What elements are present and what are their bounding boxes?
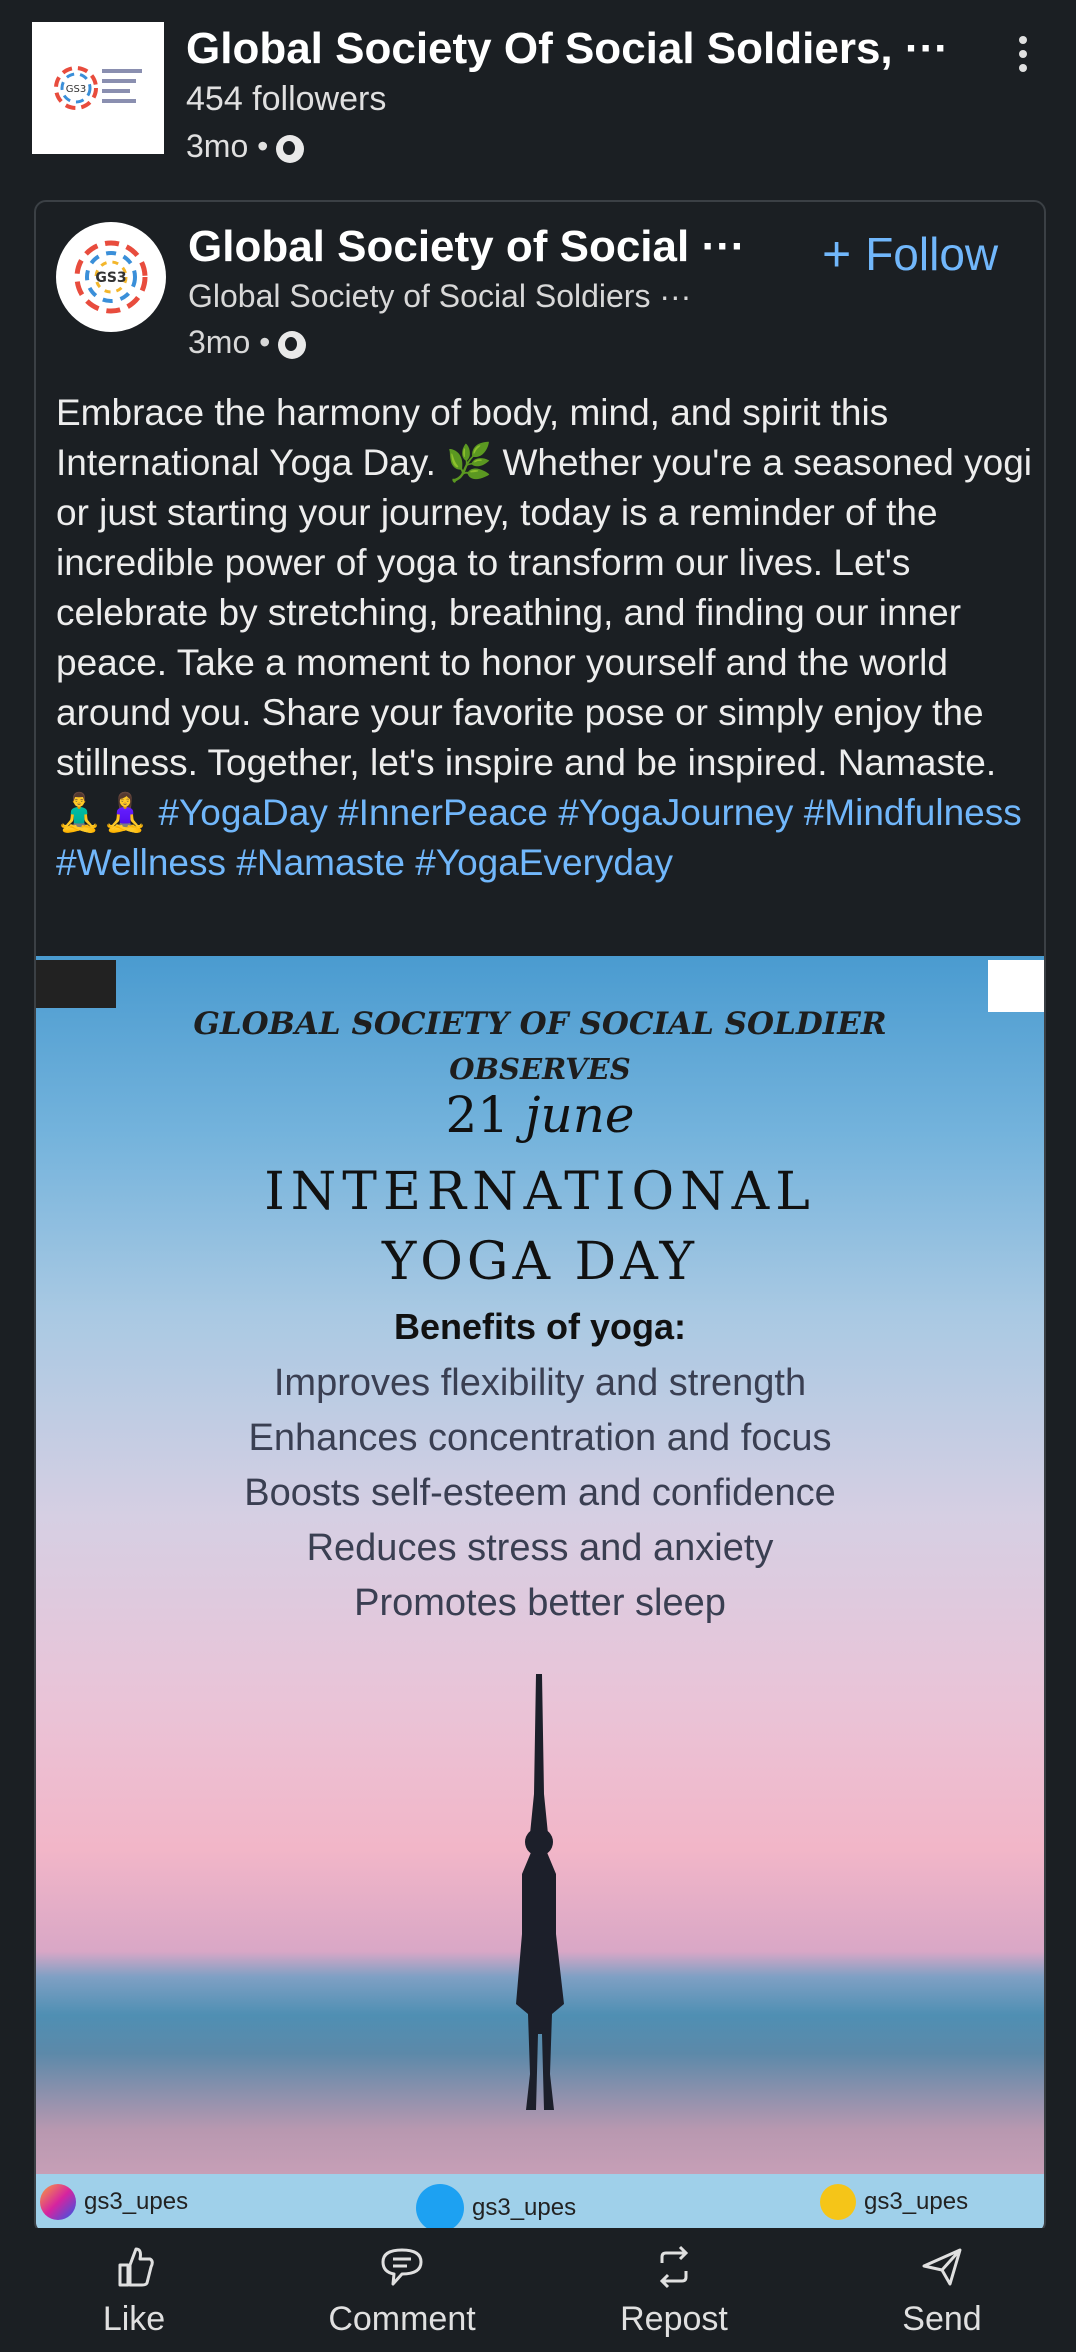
company-logo[interactable]: GS3 <box>32 22 164 154</box>
hashtag[interactable]: #Mindfulness <box>804 792 1022 833</box>
image-date: 21 june <box>36 1086 1044 1144</box>
card-post-time: 3mo • <box>188 324 307 361</box>
facebook-handle: gs3_upes <box>820 2184 968 2220</box>
hashtag[interactable]: #YogaJourney <box>558 792 793 833</box>
plus-icon: + <box>822 226 852 282</box>
yoga-silhouette <box>516 1674 564 2110</box>
hashtag[interactable]: #YogaDay <box>158 792 327 833</box>
like-label: Like <box>102 2300 166 2338</box>
date-number: 21 <box>445 1086 510 1144</box>
comment-label: Comment <box>328 2300 476 2338</box>
hashtag[interactable]: #YogaEveryday <box>415 842 673 883</box>
image-observes-line: OBSERVES <box>449 1052 631 1086</box>
hashtag[interactable]: #InnerPeace <box>338 792 548 833</box>
svg-text:GS3: GS3 <box>95 270 126 286</box>
comment-button[interactable]: Comment <box>302 2242 502 2339</box>
image-yoga-day: YOGA DAY <box>381 1232 699 1292</box>
followers-count: 454 followers <box>186 80 387 118</box>
follow-label: Follow <box>865 228 999 280</box>
image-logo-left <box>36 960 116 1008</box>
post-header: GS3 Global Society Of Social Soldiers, ·… <box>0 0 1076 190</box>
shared-post-card[interactable]: GS3 Global Society of Social ··· Global … <box>34 200 1046 2234</box>
author-name[interactable]: Global Society of Social ··· <box>188 222 745 272</box>
twitter-icon <box>416 2184 464 2232</box>
avatar[interactable]: GS3 <box>56 222 166 332</box>
post-text: Embrace the harmony of body, mind, and s… <box>56 392 1033 833</box>
benefit-item: Enhances concentration and focus <box>248 1417 832 1459</box>
svg-text:GS3: GS3 <box>66 84 86 95</box>
globe-icon <box>276 134 305 163</box>
image-international: INTERNATIONAL <box>264 1162 816 1222</box>
send-label: Send <box>902 2300 982 2338</box>
image-logo-right <box>988 960 1044 1012</box>
post-time: 3mo • <box>186 128 305 165</box>
follow-button[interactable]: + Follow <box>822 222 998 286</box>
image-org-line: GLOBAL SOCIETY OF SOCIAL SOLDIER <box>193 1006 887 1042</box>
author-subtitle: Global Society of Social Soldiers ··· <box>188 278 692 314</box>
benefit-item: Boosts self-esteem and confidence <box>244 1472 836 1514</box>
more-options-icon[interactable] <box>1016 36 1030 76</box>
repost-icon <box>659 2245 689 2289</box>
action-bar: Like Comment Repost Send <box>0 2228 1076 2352</box>
instagram-text: gs3_upes <box>84 2188 189 2215</box>
instagram-icon <box>40 2184 76 2220</box>
twitter-text: gs3_upes <box>472 2194 577 2221</box>
like-button[interactable]: Like <box>34 2242 234 2339</box>
instagram-handle: gs3_upes <box>40 2184 188 2220</box>
hashtag[interactable]: #Namaste <box>236 842 405 883</box>
benefits-heading: Benefits of yoga: <box>393 1306 687 1347</box>
send-button[interactable]: Send <box>842 2242 1042 2339</box>
gs3-logo-icon: GS3 <box>54 66 142 110</box>
facebook-text: gs3_upes <box>864 2188 969 2215</box>
time-text: 3mo • <box>188 324 271 360</box>
date-month: june <box>525 1086 635 1144</box>
gs3-logo-icon: GS3 <box>74 240 148 314</box>
benefit-item: Promotes better sleep <box>354 1582 726 1624</box>
benefits-list: Improves flexibility and strength Enhanc… <box>36 1356 1044 1631</box>
hashtag[interactable]: #Wellness <box>56 842 226 883</box>
facebook-icon <box>820 2184 856 2220</box>
repost-label: Repost <box>620 2300 728 2338</box>
globe-icon <box>278 330 307 359</box>
post-image[interactable]: GLOBAL SOCIETY OF SOCIAL SOLDIER OBSERVE… <box>36 956 1044 2232</box>
comment-icon <box>381 2248 423 2286</box>
post-body: Embrace the harmony of body, mind, and s… <box>56 388 1036 888</box>
twitter-handle: gs3_upes <box>416 2184 576 2232</box>
send-icon <box>922 2248 962 2286</box>
repost-button[interactable]: Repost <box>574 2242 774 2339</box>
image-footer: gs3_upes gs3_upes gs3_upes <box>36 2174 1044 2232</box>
benefit-item: Improves flexibility and strength <box>273 1362 807 1404</box>
time-text: 3mo • <box>186 128 269 164</box>
thumbs-up-icon <box>118 2247 154 2287</box>
company-name[interactable]: Global Society Of Social Soldiers, ··· <box>186 24 949 74</box>
benefit-item: Reduces stress and anxiety <box>306 1527 774 1569</box>
